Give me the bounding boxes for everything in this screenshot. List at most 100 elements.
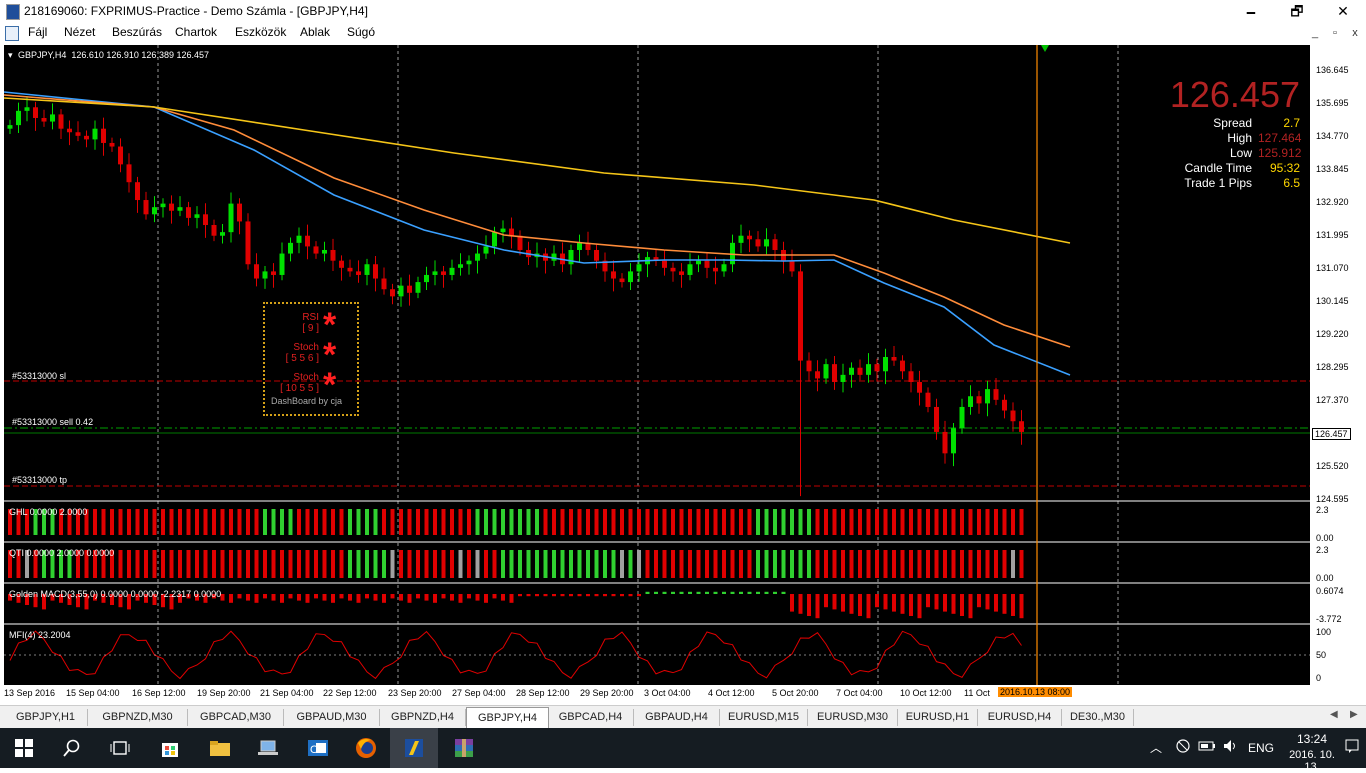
sell-line-label[interactable]: #53313000 sell 0.42 (12, 417, 93, 427)
mdi-minimize-button[interactable]: _ (1305, 25, 1325, 41)
ghl-bar (594, 509, 599, 535)
qti-bar (662, 550, 667, 578)
firefox-icon[interactable] (342, 728, 390, 768)
price-info-row: High 127.464 (1144, 131, 1301, 146)
price-info-row: Trade 1 Pips 6.5 (1144, 176, 1300, 191)
chart-tab[interactable]: EURUSD,M30 (808, 709, 898, 726)
metatrader-icon[interactable] (390, 728, 438, 768)
candle-body (398, 285, 404, 297)
language-indicator[interactable]: ENG (1248, 741, 1274, 755)
document-icon[interactable] (5, 26, 19, 41)
indicator-axis-label: 0 (1316, 673, 1322, 683)
candle-body (772, 239, 778, 250)
candle-body (432, 271, 438, 275)
ghl-bar (220, 509, 225, 535)
network-icon[interactable] (1175, 738, 1191, 757)
ghl-bar (722, 509, 726, 535)
chart-tab[interactable]: EURUSD,H1 (898, 709, 978, 726)
menu-window[interactable]: Ablak (300, 25, 330, 39)
qti-bar (280, 550, 284, 578)
chart-tab[interactable]: EURUSD,M15 (720, 709, 808, 726)
chart-tab[interactable]: EURUSD,H4 (978, 709, 1062, 726)
ghl-bar (977, 509, 981, 535)
chart-tab[interactable]: GBPCAD,M30 (188, 709, 284, 726)
price-info-panel: 126.457 (1144, 75, 1300, 115)
candle-body (636, 264, 642, 272)
candle-body (466, 260, 472, 265)
macd-bar (1002, 594, 1007, 614)
chart-tab[interactable]: GBPAUD,H4 (634, 709, 720, 726)
volume-icon[interactable] (1222, 738, 1238, 757)
tab-scroll-right-icon[interactable]: ▶ (1350, 709, 1358, 720)
candle-body (364, 264, 370, 275)
menu-charts[interactable]: Chartok (175, 25, 217, 39)
ghl-bar (603, 509, 607, 535)
candle-body (883, 357, 888, 372)
ghl-bar (875, 509, 879, 535)
tp-line-label[interactable]: #53313000 tp (12, 475, 67, 485)
clock[interactable]: 13:24 2016. 10. 13. (1285, 732, 1339, 773)
chart-tab[interactable]: DE30.,M30 (1062, 709, 1134, 726)
tab-scroll-left-icon[interactable]: ◀ (1330, 709, 1338, 720)
candle-body (203, 214, 208, 226)
ghl-bar (229, 509, 233, 535)
minimize-button[interactable]: 🗕 (1228, 0, 1274, 22)
time-axis-label: 4 Oct 12:00 (708, 688, 755, 698)
notifications-icon[interactable] (1344, 738, 1360, 757)
search-icon[interactable] (48, 728, 96, 768)
menu-view[interactable]: Nézet (64, 25, 95, 39)
chart-tab[interactable]: GBPAUD,M30 (284, 709, 380, 726)
chart-tab[interactable]: GBPJPY,H1 (4, 709, 88, 726)
dashboard-footer: DashBoard by cja (271, 396, 343, 406)
menu-file[interactable]: Fájl (28, 25, 47, 39)
candle-body (764, 239, 769, 247)
macd-bar (484, 594, 488, 603)
outlook-icon[interactable]: O (294, 728, 342, 768)
chart-tab[interactable]: GBPCAD,H4 (548, 709, 634, 726)
close-button[interactable]: ✕ (1320, 0, 1366, 22)
macd-bar (526, 594, 531, 597)
price-info-label: Trade 1 Pips (1184, 176, 1252, 190)
candle-body (509, 228, 514, 236)
price-info-row: Candle Time 95:32 (1144, 161, 1300, 176)
menu-tools[interactable]: Eszközök (235, 25, 286, 39)
candle-body (696, 260, 701, 265)
qti-bar (254, 550, 259, 578)
ghl-bar (849, 509, 854, 535)
winrar-icon[interactable] (440, 728, 488, 768)
task-view-icon[interactable] (96, 728, 144, 768)
candle-body (934, 406, 939, 432)
menu-help[interactable]: Súgó (347, 25, 375, 39)
menu-bar: Fájl Nézet Beszúrás Chartok Eszközök Abl… (0, 22, 1366, 43)
store-icon[interactable] (146, 728, 194, 768)
ghl-bar (399, 509, 403, 535)
qti-bar (518, 550, 522, 578)
laptop-icon[interactable] (244, 728, 292, 768)
macd-bar (441, 594, 446, 599)
ghl-bar (501, 509, 505, 535)
maximize-button[interactable]: 🗗 (1274, 0, 1320, 22)
qti-bar (781, 550, 786, 578)
chart-tab[interactable]: GBPJPY,H4 (466, 707, 549, 729)
candle-body (41, 117, 47, 122)
price-info-rows: Spread 2.7 High 127.464 Low 125.912 Candle Tim… (1144, 116, 1301, 191)
tray-chevron-icon[interactable]: ︿ (1150, 739, 1162, 756)
mdi-restore-button[interactable]: ▫ (1325, 25, 1345, 41)
file-explorer-icon[interactable] (196, 728, 244, 768)
windows-icon[interactable] (0, 728, 48, 768)
chart-tab[interactable]: GBPNZD,M30 (88, 709, 188, 726)
macd-bar (960, 594, 964, 616)
chart-tab[interactable]: GBPNZD,H4 (380, 709, 466, 726)
mdi-close-button[interactable]: x (1345, 25, 1365, 41)
macd-bar (977, 594, 981, 608)
macd-bar (492, 594, 497, 599)
candle-body (857, 367, 863, 375)
chart-area[interactable]: ▾ GBPJPY,H4 126.610 126.910 126.389 126.… (4, 45, 1310, 685)
menu-insert[interactable]: Beszúrás (112, 25, 162, 39)
macd-bar (365, 594, 369, 599)
battery-icon[interactable] (1198, 738, 1216, 757)
qti-bar (169, 550, 174, 578)
qti-bar (654, 550, 658, 578)
candle-body (279, 253, 285, 275)
sl-line-label[interactable]: #53313000 sl (12, 371, 66, 381)
